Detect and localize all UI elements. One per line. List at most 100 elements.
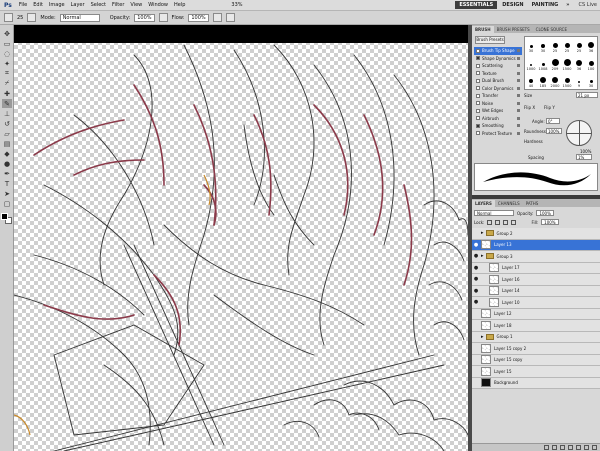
layer-name[interactable]: Layer 15 copy: [494, 357, 522, 362]
lock-icon[interactable]: [517, 86, 520, 90]
blend-mode-select[interactable]: Normal: [474, 210, 514, 216]
shape-tool-icon[interactable]: ▢: [2, 199, 12, 208]
lock-position-icon[interactable]: [503, 219, 509, 225]
layer-row[interactable]: Layer 15 copy 2: [472, 343, 600, 355]
workspace-more-icon[interactable]: »: [563, 2, 572, 8]
layer-row[interactable]: ● ▸ Group 3: [472, 251, 600, 263]
visibility-eye-icon[interactable]: [473, 311, 479, 317]
pressure-size-icon[interactable]: [225, 13, 235, 22]
tool-preset-picker-icon[interactable]: [4, 13, 13, 22]
brush-option-row[interactable]: Dual Brush: [474, 77, 522, 85]
brush-option-checkbox[interactable]: [476, 71, 480, 76]
layer-name[interactable]: Layer 16: [502, 277, 520, 282]
visibility-eye-icon[interactable]: [473, 334, 479, 340]
layer-name[interactable]: Layer 13: [494, 242, 512, 247]
eyedropper-tool-icon[interactable]: ⌿: [2, 79, 12, 88]
spacing-checkbox[interactable]: Spacing: [528, 155, 544, 160]
layer-row[interactable]: ● Layer 16: [472, 274, 600, 286]
gradient-tool-icon[interactable]: ▤: [2, 139, 12, 148]
layer-row[interactable]: Layer 15: [472, 366, 600, 378]
angle-roundness-widget[interactable]: [566, 120, 592, 146]
tab-brush-presets[interactable]: BRUSH PRESETS: [494, 26, 533, 33]
tab-channels[interactable]: CHANNELS: [495, 200, 523, 207]
brush-tip-cell[interactable]: 209: [549, 54, 561, 71]
brush-option-row[interactable]: Color Dynamics: [474, 85, 522, 93]
layer-name[interactable]: Layer 17: [502, 265, 520, 270]
visibility-eye-icon[interactable]: [473, 345, 479, 351]
lock-icon[interactable]: [517, 64, 520, 68]
lock-transparency-icon[interactable]: [487, 219, 493, 225]
tab-paths[interactable]: PATHS: [523, 200, 542, 207]
brush-option-checkbox[interactable]: [476, 93, 480, 98]
visibility-eye-icon[interactable]: ●: [473, 265, 479, 271]
layer-name[interactable]: Layer 12: [494, 311, 512, 316]
airbrush-icon[interactable]: [212, 13, 222, 22]
mode-select[interactable]: Normal: [59, 13, 100, 22]
layer-row[interactable]: ▸ Group 2: [472, 228, 600, 240]
brush-tip-cell[interactable]: 1500: [561, 54, 573, 71]
flip-y-checkbox[interactable]: Flip Y: [544, 105, 555, 110]
brush-tip-cell[interactable]: 100: [585, 54, 597, 71]
brush-tip-cell[interactable]: 40: [525, 72, 537, 89]
layer-row[interactable]: ● Layer 13: [472, 239, 600, 251]
brush-option-row[interactable]: Airbrush: [474, 115, 522, 123]
brush-option-checkbox[interactable]: [476, 131, 480, 136]
lock-icon[interactable]: [517, 71, 520, 75]
brush-option-checkbox[interactable]: [476, 63, 480, 68]
brush-option-checkbox[interactable]: [476, 116, 480, 121]
brush-option-checkbox[interactable]: [476, 123, 480, 128]
eraser-tool-icon[interactable]: ▱: [2, 129, 12, 138]
layer-row[interactable]: Layer 18: [472, 320, 600, 332]
quick-select-tool-icon[interactable]: ✦: [2, 59, 12, 68]
dodge-tool-icon[interactable]: ●: [2, 159, 12, 168]
visibility-eye-icon[interactable]: ●: [473, 288, 479, 294]
layer-name[interactable]: Group 1: [497, 334, 513, 339]
lock-icon[interactable]: [517, 116, 520, 120]
layer-opacity-field[interactable]: 100%: [536, 210, 554, 216]
layer-row[interactable]: Layer 12: [472, 308, 600, 320]
flow-field[interactable]: 100%: [188, 13, 209, 22]
add-mask-icon[interactable]: [560, 445, 565, 450]
foreground-color-swatch[interactable]: [1, 213, 8, 220]
clone-stamp-tool-icon[interactable]: ⊥: [2, 109, 12, 118]
layer-row[interactable]: ● Layer 14: [472, 285, 600, 297]
move-tool-icon[interactable]: ✥: [2, 29, 12, 38]
brush-tip-cell[interactable]: 25: [549, 37, 561, 54]
lasso-tool-icon[interactable]: ◌: [2, 49, 12, 58]
document-canvas[interactable]: [14, 25, 468, 451]
brush-tip-cell[interactable]: 30: [585, 72, 597, 89]
visibility-eye-icon[interactable]: [473, 322, 479, 328]
workspace-design[interactable]: DESIGN: [499, 2, 526, 8]
brush-option-checkbox[interactable]: [476, 78, 480, 83]
layer-name[interactable]: Layer 15 copy 2: [494, 346, 526, 351]
lock-icon[interactable]: [517, 94, 520, 98]
lock-all-icon[interactable]: [511, 219, 517, 225]
layer-row[interactable]: ● Layer 10: [472, 297, 600, 309]
menu-edit[interactable]: Edit: [30, 2, 46, 8]
menu-image[interactable]: Image: [46, 2, 68, 8]
brush-tip-cell[interactable]: 30: [525, 37, 537, 54]
layer-row[interactable]: ● Layer 17: [472, 262, 600, 274]
lock-icon[interactable]: [517, 56, 520, 60]
layer-name[interactable]: Layer 10: [502, 300, 520, 305]
menu-view[interactable]: View: [127, 2, 145, 8]
brush-option-row[interactable]: Protect Texture: [474, 130, 522, 138]
visibility-eye-icon[interactable]: ●: [473, 276, 479, 282]
brush-tip-cell[interactable]: 36: [585, 37, 597, 54]
roundness-field[interactable]: 100%: [546, 128, 562, 134]
brush-tip-cell[interactable]: 9: [573, 72, 585, 89]
visibility-eye-icon[interactable]: ●: [473, 242, 479, 248]
blur-tool-icon[interactable]: ◆: [2, 149, 12, 158]
adjustment-layer-icon[interactable]: [568, 445, 573, 450]
layer-row[interactable]: Layer 15 copy: [472, 354, 600, 366]
brush-option-checkbox[interactable]: [476, 101, 480, 106]
crop-tool-icon[interactable]: ⌗: [2, 69, 12, 78]
angle-field[interactable]: 0°: [546, 118, 560, 124]
brush-option-row[interactable]: Shape Dynamics: [474, 55, 522, 63]
brush-tip-cell[interactable]: 30: [537, 37, 549, 54]
path-select-tool-icon[interactable]: ➤: [2, 189, 12, 198]
lock-icon[interactable]: [517, 131, 520, 135]
pen-tool-icon[interactable]: ✒: [2, 169, 12, 178]
brush-option-row[interactable]: Transfer: [474, 92, 522, 100]
lock-icon[interactable]: [517, 124, 520, 128]
